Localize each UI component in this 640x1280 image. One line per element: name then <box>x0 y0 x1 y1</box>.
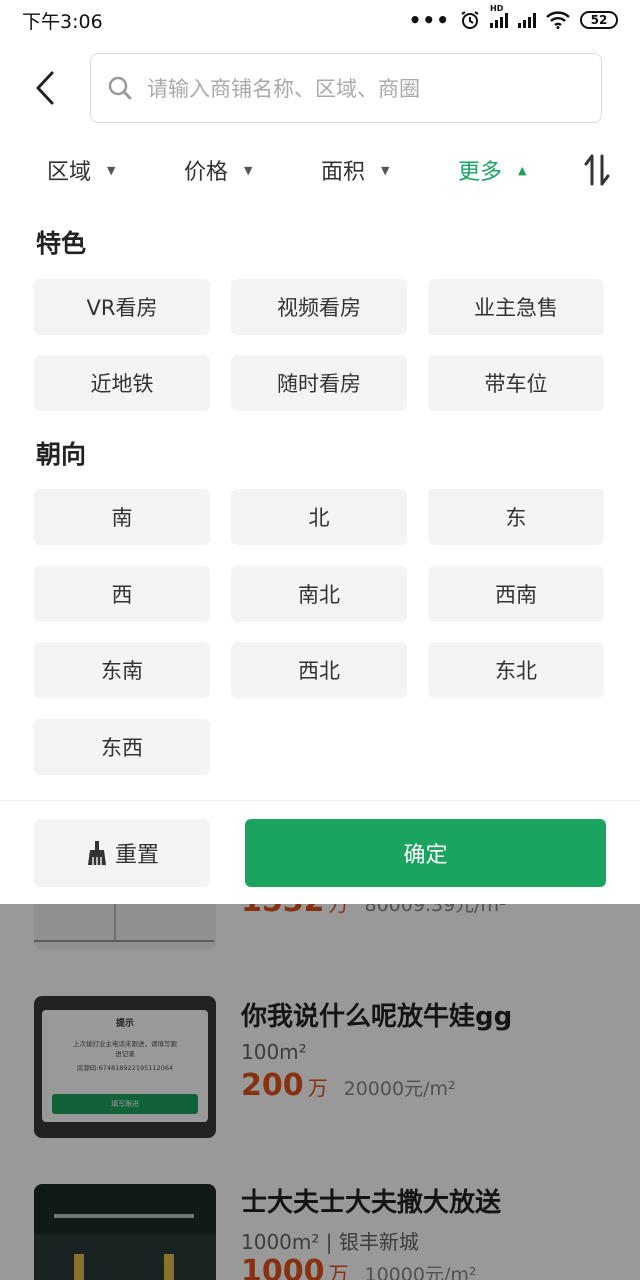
tab-region[interactable]: 区域 ▼ <box>47 154 115 186</box>
reset-label: 重置 <box>114 843 159 868</box>
back-button[interactable] <box>0 40 90 136</box>
feature-option[interactable]: 业主急售 <box>428 279 604 335</box>
search-icon <box>108 76 132 100</box>
confirm-label: 确定 <box>403 843 448 868</box>
search-placeholder: 请输入商铺名称、区域、商圈 <box>147 77 420 101</box>
status-bar: 下午3:06 ••• HD 52 <box>0 0 640 40</box>
orientation-option[interactable]: 西北 <box>231 642 407 698</box>
status-time: 下午3:06 <box>22 10 103 33</box>
caret-down-icon: ▼ <box>107 163 116 177</box>
hd-signal-icon: HD <box>490 4 508 28</box>
battery-level: 52 <box>590 13 608 27</box>
confirm-button[interactable]: 确定 <box>245 819 606 887</box>
sort-icon[interactable] <box>582 152 612 188</box>
reset-button[interactable]: 重置 <box>34 819 210 887</box>
orientation-option[interactable]: 东 <box>428 489 604 545</box>
feature-option[interactable]: 随时看房 <box>231 355 407 411</box>
hd-label: HD <box>490 4 504 13</box>
orientation-option[interactable]: 西 <box>34 566 210 622</box>
caret-down-icon: ▼ <box>381 163 390 177</box>
feature-option[interactable]: 近地铁 <box>34 355 210 411</box>
orientation-option[interactable]: 东南 <box>34 642 210 698</box>
tab-area-label: 面积 <box>321 160 366 185</box>
dim-overlay[interactable] <box>0 904 640 1280</box>
feature-option[interactable]: 视频看房 <box>231 279 407 335</box>
orientation-option[interactable]: 西南 <box>428 566 604 622</box>
orientation-option[interactable]: 北 <box>231 489 407 545</box>
back-arrow-icon <box>36 71 54 105</box>
tab-price-label: 价格 <box>184 160 229 185</box>
battery-icon: 52 <box>580 11 618 29</box>
wifi-icon <box>546 11 570 29</box>
more-notifications-icon: ••• <box>408 8 450 32</box>
caret-up-icon: ▲ <box>518 163 527 177</box>
cell-signal-icon <box>518 12 536 28</box>
caret-down-icon: ▼ <box>244 163 253 177</box>
search-input[interactable]: 请输入商铺名称、区域、商圈 <box>90 53 602 123</box>
feature-option[interactable]: VR看房 <box>34 279 210 335</box>
action-bar: 重置 确定 <box>0 800 640 904</box>
tab-more-label: 更多 <box>458 160 503 185</box>
filter-tabs: 区域 ▼ 价格 ▼ 面积 ▼ 更多 ▲ <box>0 140 640 200</box>
feature-option[interactable]: 带车位 <box>428 355 604 411</box>
orientation-option[interactable]: 东西 <box>34 719 210 775</box>
tab-area[interactable]: 面积 ▼ <box>321 154 389 186</box>
tab-region-label: 区域 <box>47 160 92 185</box>
orientation-option[interactable]: 东北 <box>428 642 604 698</box>
broom-icon <box>87 841 106 865</box>
orientation-option[interactable]: 南北 <box>231 566 407 622</box>
search-header: 请输入商铺名称、区域、商圈 <box>0 40 640 136</box>
alarm-icon <box>461 11 479 29</box>
orientation-title: 朝向 <box>36 440 87 469</box>
tab-price[interactable]: 价格 ▼ <box>184 154 252 186</box>
tab-more[interactable]: 更多 ▲ <box>458 154 526 186</box>
features-title: 特色 <box>36 229 87 258</box>
status-icons: ••• HD 52 <box>408 4 618 32</box>
orientation-option[interactable]: 南 <box>34 489 210 545</box>
filter-panel: 特色 VR看房 视频看房 业主急售 近地铁 随时看房 带车位 朝向 南 北 东 … <box>0 200 640 800</box>
